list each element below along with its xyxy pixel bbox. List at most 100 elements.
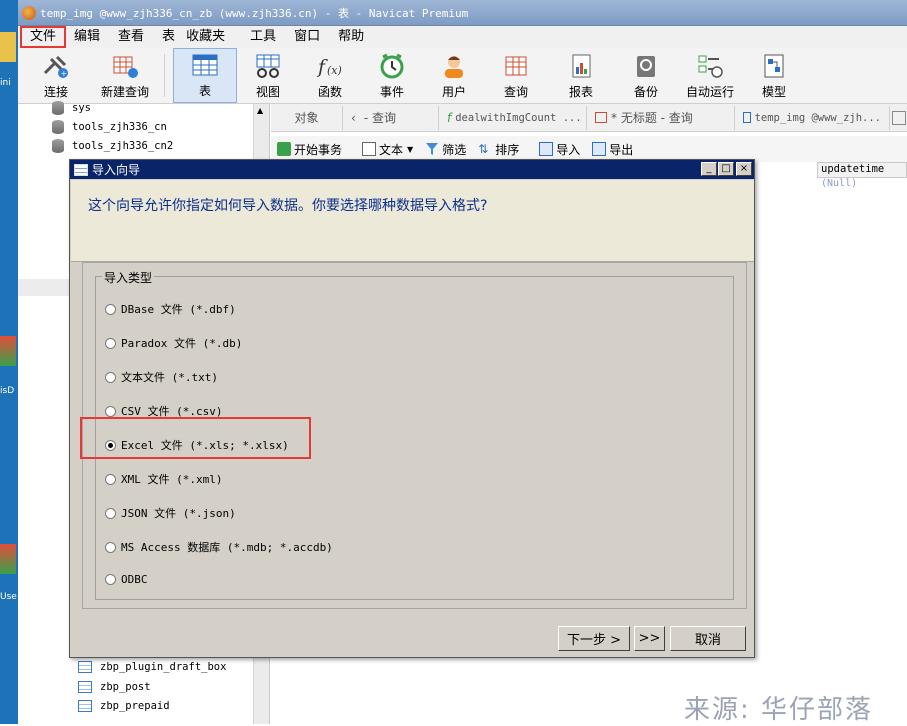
tab-function[interactable]: f dealwithImgCount ... [439,105,587,130]
scroll-up-icon[interactable]: ▲ [257,106,263,115]
query-button[interactable]: 查询 [485,48,547,103]
tree-item[interactable]: tools_zjh336_cn2 [52,136,173,155]
toolbar-label: 报表 [568,85,593,99]
tab-objects[interactable]: 对象 [271,105,343,130]
menu-table[interactable]: 表 [153,27,177,47]
menu-help[interactable]: 帮助 [329,27,373,47]
import-button[interactable]: 导入 [533,141,586,158]
option-text[interactable]: 文本文件 (*.txt) [105,369,218,385]
table-button[interactable]: 表 [173,48,237,103]
radio-button[interactable] [105,507,116,519]
transaction-icon [277,142,291,156]
tab-query[interactable]: ‹ - 查询 [343,105,439,130]
tree-item[interactable]: zbp_prepaid [78,696,170,715]
archive-icon[interactable] [0,544,16,574]
option-xml[interactable]: XML 文件 (*.xml) [105,471,222,487]
schedule-button[interactable]: 自动运行 [677,48,743,103]
radio-button[interactable] [105,337,116,349]
tab-temp-img[interactable]: temp_img @www_zjh... [735,105,890,130]
option-json[interactable]: JSON 文件 (*.json) [105,505,236,521]
text-button[interactable]: 文本 ▼ [356,141,419,158]
sort-button[interactable]: ⇅ 排序 [472,141,525,158]
minimize-button[interactable]: _ [701,162,717,176]
close-button[interactable]: × [736,162,752,176]
next-button[interactable]: 下一步 > [558,626,630,651]
dialog-prompt: 这个向导允许你指定如何导入数据。你要选择哪种数据导入格式? [88,198,488,214]
maximize-button[interactable]: □ [718,162,734,176]
desktop-strip: ini isD Use [0,0,18,724]
user-icon [439,52,469,80]
database-icon [52,138,64,153]
tab-overflow-icon[interactable] [892,110,906,125]
radio-button[interactable] [105,473,116,485]
menu-view[interactable]: 查看 [109,27,153,47]
menu-edit[interactable]: 编辑 [65,27,109,47]
model-button[interactable]: 模型 [743,48,805,103]
tree-item[interactable]: zbp_post [78,677,151,696]
folder-icon[interactable] [0,32,16,62]
tab-untitled-query[interactable]: * 无标题 - 查询 [587,105,735,130]
sort-icon: ⇅ [478,142,489,156]
tree-item[interactable]: tools_zjh336_cn [52,117,167,136]
view-button[interactable]: 视图 [237,48,299,103]
toolbar-label: 函数 [317,85,342,99]
event-button[interactable]: 事件 [361,48,423,103]
dialog-titlebar[interactable]: 导入向导 [70,160,754,179]
model-icon [759,52,789,80]
desktop-label: Use [0,592,17,602]
toolbar-label: 用户 [441,85,466,99]
user-button[interactable]: 用户 [423,48,485,103]
new-query-icon [110,52,140,80]
function-icon: f [447,110,452,125]
highlight-box [80,417,311,459]
radio-button[interactable] [105,541,116,553]
radio-button[interactable] [105,405,116,417]
window-titlebar[interactable]: temp_img @www_zjh336_cn_zb (www.zjh336.c… [18,0,907,26]
option-odbc[interactable]: ODBC [105,573,148,586]
filter-icon [425,142,439,156]
option-ms-access[interactable]: MS Access 数据库 (*.mdb; *.accdb) [105,539,333,555]
connect-button[interactable]: + 连接 [18,48,94,103]
dialog-title: 导入向导 [92,163,141,177]
finish-button[interactable]: >> [634,626,665,651]
option-paradox[interactable]: Paradox 文件 (*.db) [105,335,242,351]
chevron-left-icon: ‹ [351,110,356,125]
dialog-header: 这个向导允许你指定如何导入数据。你要选择哪种数据导入格式? [71,180,754,262]
grid-cell[interactable]: (Null) [817,178,907,194]
radio-button[interactable] [105,371,116,383]
function-button[interactable]: f (x) 函数 [299,48,361,103]
cancel-button[interactable]: 取消 [670,626,746,651]
toolbar-label: 视图 [255,85,280,99]
menu-file[interactable]: 文件 [19,26,67,48]
chevron-down-icon: ▼ [407,144,414,154]
desktop-label: ini [0,78,11,88]
backup-button[interactable]: 备份 [615,48,677,103]
function-icon: f (x) [315,52,345,80]
radio-button[interactable] [105,574,116,585]
tree-item[interactable]: sys [52,98,91,117]
menu-bar: 文件 编辑 查看 表 收藏夹 工具 窗口 帮助 [18,26,907,48]
object-tabs: 对象 ‹ - 查询 f dealwithImgCount ... * 无标题 - 查… [271,104,907,132]
clock-icon [377,52,407,80]
report-button[interactable]: 报表 [547,48,615,103]
window-title: temp_img @www_zjh336_cn_zb (www.zjh336.c… [40,6,469,20]
archive-icon[interactable] [0,336,16,366]
option-dbase[interactable]: DBase 文件 (*.dbf) [105,301,236,317]
schedule-icon [695,52,725,80]
column-header[interactable]: updatetime [817,162,907,178]
export-button[interactable]: 导出 [586,141,639,158]
document-icon [362,142,377,156]
new-query-button[interactable]: 新建查询 [94,48,156,103]
menu-tools[interactable]: 工具 [234,27,285,47]
database-icon [52,100,64,115]
menu-favorites[interactable]: 收藏夹 [177,27,234,47]
main-toolbar: + 连接 新建查询 表 视图 f (x) 函数 事件 用户 查询 报表 备份 自… [18,48,907,104]
tree-item[interactable]: zbp_plugin_draft_box [78,657,226,676]
database-icon [52,119,64,134]
toolbar-label: 事件 [379,85,404,99]
menu-window[interactable]: 窗口 [285,27,329,47]
begin-transaction-button[interactable]: 开始事务 [271,141,348,158]
radio-button[interactable] [105,303,116,315]
filter-button[interactable]: 筛选 [419,141,472,158]
export-icon [592,142,607,156]
